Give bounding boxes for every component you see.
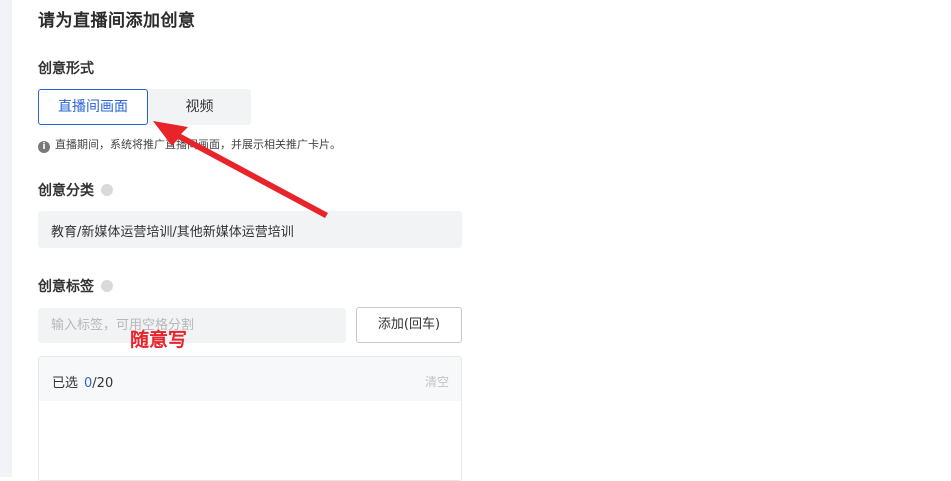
annotation-arrow-icon <box>153 121 328 218</box>
annotation-text: 随意写 <box>130 329 188 351</box>
